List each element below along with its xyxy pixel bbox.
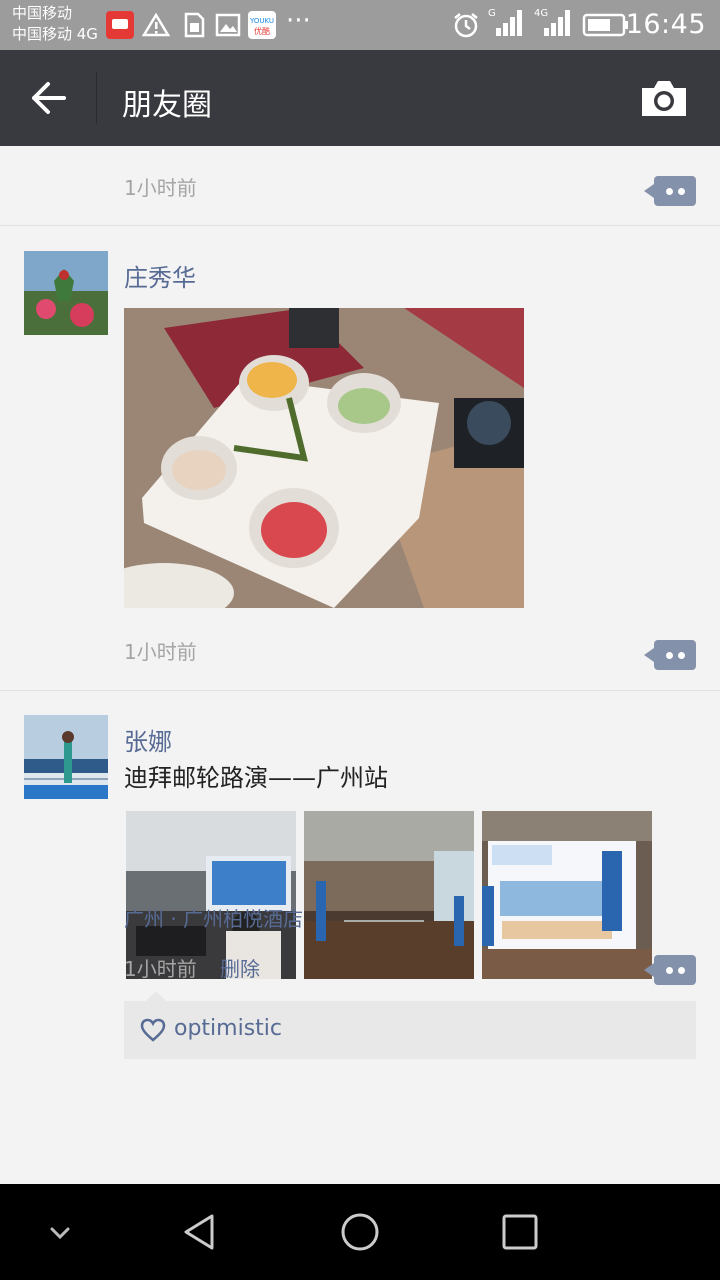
post-author[interactable]: 庄秀华 [124,258,196,293]
likes-section: optimistic [124,991,696,1059]
heart-icon [140,1018,166,1042]
carrier-info: 中国移动 中国移动 4G [12,3,98,45]
carrier-line2: 中国移动 4G [12,25,98,43]
feed-post: 张娜 迪拜邮轮路演——广州站 广州 · 广州柏悦酒店 1小时前 删除 optim… [0,691,720,1184]
recents-square-icon [502,1214,538,1250]
post-time: 1小时前 [124,640,197,664]
nav-back-button[interactable] [172,1204,228,1260]
comment-icon [666,652,673,659]
signal-4g-icon: 4G [534,6,574,44]
avatar[interactable] [24,715,108,799]
like-user[interactable]: optimistic [174,1016,282,1041]
app-bar: 朋友圈 [0,50,720,146]
app-notification-icon [106,11,134,39]
signal-icon: G [488,6,526,44]
post-time: 1小时前 [124,176,197,200]
avatar[interactable] [24,251,108,335]
svg-text:优酷: 优酷 [254,26,270,36]
post-author[interactable]: 张娜 [124,722,172,757]
comment-button[interactable] [644,640,696,670]
clock: 16:45 [625,9,706,40]
system-nav-bar [0,1184,720,1280]
arrow-left-icon [32,82,66,114]
camera-button[interactable] [640,78,688,118]
post-time: 1小时前 [124,957,197,981]
nav-recents-button[interactable] [492,1204,548,1260]
chevron-down-icon [50,1227,70,1240]
moments-feed[interactable]: 1小时前 庄秀华 1小时前 张娜 迪拜邮轮路演——广州站 广州 · 广州柏悦酒店… [0,146,720,1184]
youku-icon: YOUKU 优酷 [248,11,276,39]
feed-post: 1小时前 [0,146,720,226]
post-location[interactable]: 广州 · 广州柏悦酒店 [124,903,303,932]
post-photo[interactable] [482,811,652,979]
comment-button[interactable] [644,176,696,206]
battery-icon [582,11,630,43]
page-title: 朋友圈 [122,88,212,123]
delete-button[interactable]: 删除 [220,953,260,982]
svg-text:G: G [488,8,496,19]
comment-icon [666,188,673,195]
warning-icon [141,11,171,39]
svg-text:YOUKU: YOUKU [249,17,274,25]
more-notifications: ··· [286,6,311,36]
post-photo[interactable] [304,811,474,979]
post-text: 迪拜邮轮路演——广州站 [124,764,388,792]
post-photo[interactable] [124,308,524,608]
carrier-line1: 中国移动 [12,4,73,22]
status-bar: 中国移动 中国移动 4G YOUKU 优酷 ··· G 4G 16:45 [0,0,720,50]
comment-button[interactable] [644,955,696,985]
comment-icon [666,967,673,974]
alarm-icon [452,11,480,43]
back-button[interactable] [20,76,76,120]
camera-icon [642,81,686,116]
app-bar-divider [96,72,97,124]
hide-nav-button[interactable] [32,1204,88,1260]
feed-post: 庄秀华 1小时前 [0,226,720,691]
home-circle-icon [341,1213,379,1251]
nav-home-button[interactable] [332,1204,388,1260]
svg-text:4G: 4G [534,8,548,19]
sim-icon [180,11,208,39]
image-icon [214,11,242,39]
back-triangle-icon [184,1214,214,1250]
